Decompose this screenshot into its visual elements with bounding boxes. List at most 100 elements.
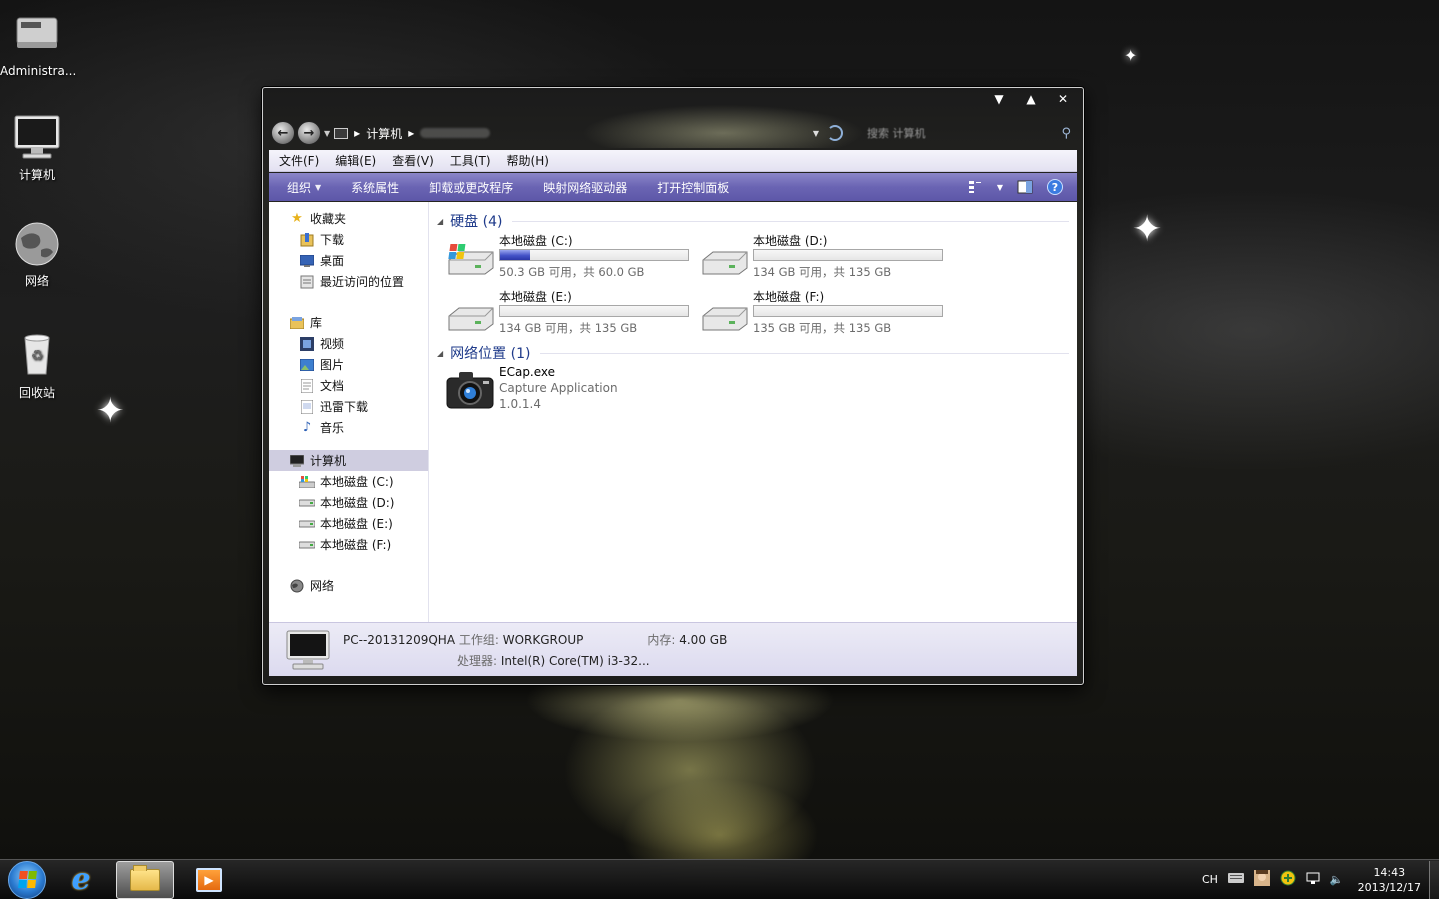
search-icon[interactable]: ⚲ [1061, 126, 1071, 141]
drive-free-space: 50.3 GB 可用，共 60.0 GB [499, 265, 645, 279]
help-icon[interactable]: ? [1047, 179, 1063, 195]
breadcrumb-computer[interactable]: 计算机 [366, 125, 402, 142]
taskbar-media-player[interactable]: ▶ [180, 861, 238, 899]
nav-videos[interactable]: 视频 [269, 333, 428, 354]
nav-thunder-downloads[interactable]: 迅雷下载 [269, 396, 428, 417]
close-icon[interactable]: ✕ [1057, 92, 1069, 106]
drive-tile-c[interactable]: 本地磁盘 (C:) 50.3 GB 可用，共 60.0 GB [445, 232, 699, 284]
group-header-network-locations[interactable]: ◢ 网络位置 (1) [437, 342, 1069, 364]
nav-libraries[interactable]: 库 [269, 312, 428, 333]
nav-favorites[interactable]: ★ 收藏夹 [269, 208, 428, 229]
menu-edit[interactable]: 编辑(E) [335, 152, 376, 169]
map-network-drive-button[interactable]: 映射网络驱动器 [543, 179, 627, 196]
computer-icon [289, 453, 305, 469]
drive-usage-fill [500, 250, 531, 260]
nav-recent-places[interactable]: 最近访问的位置 [269, 271, 428, 292]
desktop-icon-recycle-bin[interactable]: ♻ 回收站 [0, 332, 74, 401]
search-input[interactable]: 搜索 计算机 ⚲ [851, 124, 1075, 142]
drive-tile-e[interactable]: 本地磁盘 (E:) 134 GB 可用，共 135 GB [445, 288, 699, 340]
show-desktop-button[interactable] [1429, 860, 1439, 899]
network-status-icon[interactable] [1306, 871, 1320, 888]
drive-tile-f[interactable]: 本地磁盘 (F:) 135 GB 可用，共 135 GB [699, 288, 953, 340]
network-item-text: ECap.exe Capture Application 1.0.1.4 [499, 364, 618, 420]
hard-drive-icon [299, 537, 315, 553]
group-header-hard-disks[interactable]: ◢ 硬盘 (4) [437, 210, 1069, 232]
nav-drive-d[interactable]: 本地磁盘 (D:) [269, 492, 428, 513]
recent-pages-dropdown-icon[interactable]: ▼ [324, 129, 330, 138]
start-button[interactable] [8, 860, 46, 899]
drive-tile-d[interactable]: 本地磁盘 (D:) 134 GB 可用，共 135 GB [699, 232, 953, 284]
view-options-icon[interactable] [967, 179, 983, 195]
drive-free-space: 135 GB 可用，共 135 GB [753, 321, 892, 335]
nav-computer[interactable]: 计算机 [269, 450, 428, 471]
taskbar-internet-explorer[interactable]: e [52, 861, 110, 899]
chevron-down-icon: ▼ [315, 182, 322, 192]
drive-free-space: 134 GB 可用，共 135 GB [499, 321, 638, 335]
security-tray-icon[interactable] [1280, 870, 1296, 889]
group-divider [540, 352, 1069, 354]
desktop-icon-network[interactable]: 网络 [0, 220, 74, 289]
nav-label: 本地磁盘 (D:) [320, 496, 395, 510]
computer-icon [334, 127, 349, 139]
workgroup-value: WORKGROUP [502, 632, 584, 647]
keyboard-icon[interactable] [1227, 873, 1244, 886]
organize-button[interactable]: 组织 ▼ [287, 179, 321, 196]
nav-drive-f[interactable]: 本地磁盘 (F:) [269, 534, 428, 555]
collapse-triangle-icon[interactable]: ◢ [437, 349, 443, 358]
network-item-ecap[interactable]: ECap.exe Capture Application 1.0.1.4 [437, 364, 1069, 420]
forward-button[interactable]: → [297, 121, 321, 145]
maximize-icon[interactable]: ▲ [1025, 92, 1037, 106]
client-area: ★ 收藏夹 下载 桌面 最近访问的位置 库 视频 图片 文档 迅雷下载 ♪ 音乐… [269, 202, 1077, 622]
address-bar[interactable]: ▸ 计算机 ▸ [334, 125, 491, 142]
drive-name: 本地磁盘 (D:) [753, 234, 828, 248]
system-properties-button[interactable]: 系统属性 [351, 179, 399, 196]
system-tray: CH 🔈 14:43 2013/12/17 [1202, 865, 1421, 895]
desktop-icon-administrator[interactable]: Administra... [0, 12, 76, 78]
taskbar-windows-explorer[interactable] [116, 860, 174, 899]
preview-pane-icon[interactable] [1017, 179, 1033, 195]
avatar-tray-icon[interactable] [1253, 870, 1270, 889]
drive-grid: 本地磁盘 (C:) 50.3 GB 可用，共 60.0 GB 本地磁盘 (D:)… [437, 232, 1069, 340]
clock[interactable]: 14:43 2013/12/17 [1358, 865, 1421, 895]
computer-icon [13, 114, 61, 162]
minimize-icon[interactable]: ▼ [993, 92, 1005, 106]
language-indicator[interactable]: CH [1202, 873, 1218, 886]
desktop-icon-label: 计算机 [18, 168, 55, 182]
volume-icon[interactable]: 🔈 [1330, 873, 1344, 886]
address-row: ← → ▼ ▸ 计算机 ▸ ▼ 搜索 计算机 ⚲ [271, 120, 1075, 146]
details-row-2: 处理器: Intel(R) Core(TM) i3-32... [343, 652, 727, 669]
collapse-triangle-icon[interactable]: ◢ [437, 217, 443, 226]
nav-drive-e[interactable]: 本地磁盘 (E:) [269, 513, 428, 534]
nav-music[interactable]: ♪ 音乐 [269, 417, 428, 438]
nav-pictures[interactable]: 图片 [269, 354, 428, 375]
desktop-icon-computer[interactable]: 计算机 [0, 114, 74, 183]
nav-documents[interactable]: 文档 [269, 375, 428, 396]
drive-usage-bar [499, 249, 689, 261]
view-dropdown-icon[interactable]: ▼ [997, 183, 1003, 192]
map-network-drive-label: 映射网络驱动器 [543, 180, 628, 195]
nav-desktop[interactable]: 桌面 [269, 250, 428, 271]
windows-logo-icon [17, 871, 37, 888]
folder-icon [130, 864, 160, 891]
address-blur [420, 128, 491, 138]
uninstall-program-button[interactable]: 卸载或更改程序 [429, 179, 513, 196]
nav-drive-c[interactable]: 本地磁盘 (C:) [269, 471, 428, 492]
back-button[interactable]: ← [271, 121, 295, 145]
menu-view[interactable]: 查看(V) [392, 152, 434, 169]
nav-network[interactable]: 网络 [269, 575, 428, 596]
organize-label: 组织 [287, 180, 312, 195]
breadcrumb-separator-icon[interactable]: ▸ [354, 126, 360, 140]
nav-downloads[interactable]: 下载 [269, 229, 428, 250]
menu-file[interactable]: 文件(F) [279, 152, 319, 169]
system-drive-icon [299, 474, 315, 490]
hard-drive-icon [699, 296, 751, 336]
drive-usage-bar [753, 249, 943, 261]
breadcrumb-separator-icon[interactable]: ▸ [408, 126, 414, 140]
address-dropdown-icon[interactable]: ▼ [813, 129, 819, 138]
details-row-1: PC--20131209QHA 工作组: WORKGROUP 内存: 4.00 … [343, 631, 727, 648]
open-control-panel-button[interactable]: 打开控制面板 [657, 179, 729, 196]
menu-tools[interactable]: 工具(T) [450, 152, 491, 169]
refresh-icon[interactable] [827, 125, 843, 141]
command-bar: 组织 ▼ 系统属性 卸载或更改程序 映射网络驱动器 打开控制面板 ▼ ? [269, 173, 1077, 201]
menu-help[interactable]: 帮助(H) [507, 152, 549, 169]
